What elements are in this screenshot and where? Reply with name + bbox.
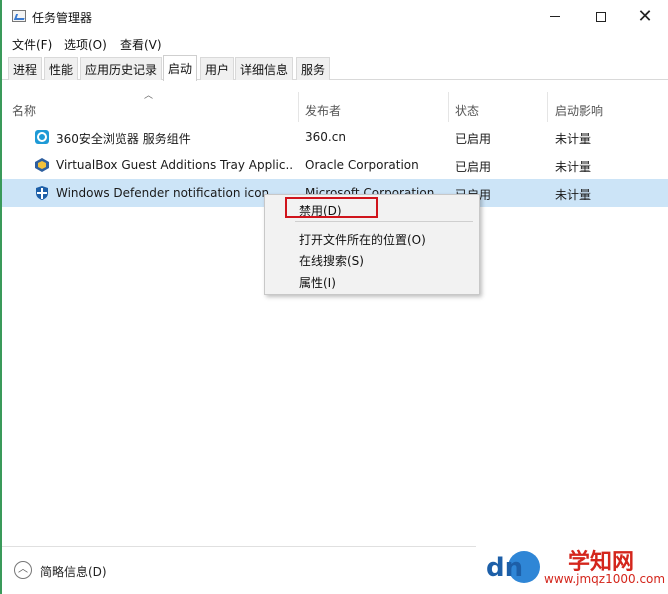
minimize-button[interactable] <box>532 0 578 33</box>
row-name: Windows Defender notification icon <box>56 186 270 200</box>
maximize-icon <box>596 11 606 22</box>
row-impact: 未计量 <box>555 188 592 202</box>
column-divider[interactable] <box>448 92 449 122</box>
windows-defender-icon <box>36 186 48 200</box>
tab-services[interactable]: 服务 <box>296 57 331 80</box>
menu-options[interactable]: 选项(O) <box>64 36 107 53</box>
row-publisher: 360.cn <box>305 130 346 144</box>
context-menu-search-online[interactable]: 在线搜索(S) <box>299 252 364 269</box>
close-button[interactable]: ✕ <box>622 0 668 33</box>
context-menu-properties[interactable]: 属性(I) <box>299 274 336 291</box>
menu-bar: 文件(F) 选项(O) 查看(V) <box>2 33 668 55</box>
tab-processes[interactable]: 进程 <box>8 57 43 80</box>
column-startup-impact[interactable]: 启动影响 <box>555 102 603 119</box>
close-icon: ✕ <box>637 5 653 27</box>
chevron-up-icon[interactable]: ︿ <box>14 561 32 579</box>
watermark: dn 学知网 www.jmqz1000.com <box>476 540 668 594</box>
task-manager-window: 任务管理器 ✕ 文件(F) 选项(O) 查看(V) 进程 性能 应用历史记录 启… <box>0 0 668 594</box>
row-name: VirtualBox Guest Additions Tray Applic..… <box>56 158 294 172</box>
watermark-url: www.jmqz1000.com <box>544 572 666 586</box>
row-publisher: Oracle Corporation <box>305 158 419 172</box>
window-title: 任务管理器 <box>32 11 93 25</box>
row-status: 已启用 <box>455 160 492 174</box>
column-status[interactable]: 状态 <box>455 102 479 119</box>
row-name: 360安全浏览器 服务组件 <box>56 132 191 146</box>
column-divider[interactable] <box>298 92 299 122</box>
table-row[interactable]: VirtualBox Guest Additions Tray Applic..… <box>2 151 668 179</box>
tab-startup[interactable]: 启动 <box>163 55 198 81</box>
menu-file[interactable]: 文件(F) <box>12 36 52 53</box>
task-manager-icon <box>12 10 26 22</box>
tab-performance[interactable]: 性能 <box>44 57 79 80</box>
row-impact: 未计量 <box>555 132 592 146</box>
title-bar[interactable]: 任务管理器 ✕ <box>2 0 668 33</box>
highlight-box <box>285 197 378 218</box>
virtualbox-icon <box>35 158 49 172</box>
column-header-row: 名称 发布者 状态 启动影响 <box>2 92 668 122</box>
row-impact: 未计量 <box>555 160 592 174</box>
context-menu-divider <box>295 221 473 222</box>
table-row[interactable]: 360安全浏览器 服务组件 360.cn 已启用 未计量 <box>2 123 668 151</box>
tab-details[interactable]: 详细信息 <box>235 57 294 80</box>
maximize-button[interactable] <box>578 0 624 33</box>
context-menu-open-file-location[interactable]: 打开文件所在的位置(O) <box>299 231 426 248</box>
fewer-details-link[interactable]: 简略信息(D) <box>40 563 107 580</box>
column-divider[interactable] <box>547 92 548 122</box>
360-browser-icon <box>35 130 49 144</box>
watermark-logo: dn <box>486 551 540 583</box>
tab-strip: 进程 性能 应用历史记录 启动 用户 详细信息 服务 <box>2 55 668 81</box>
menu-view[interactable]: 查看(V) <box>120 36 162 53</box>
tab-app-history[interactable]: 应用历史记录 <box>80 57 163 80</box>
tab-users[interactable]: 用户 <box>200 57 235 80</box>
svg-text:dn: dn <box>486 553 523 583</box>
minimize-icon <box>550 16 560 17</box>
column-publisher[interactable]: 发布者 <box>305 102 341 119</box>
row-status: 已启用 <box>455 132 492 146</box>
column-name[interactable]: 名称 <box>12 102 36 119</box>
